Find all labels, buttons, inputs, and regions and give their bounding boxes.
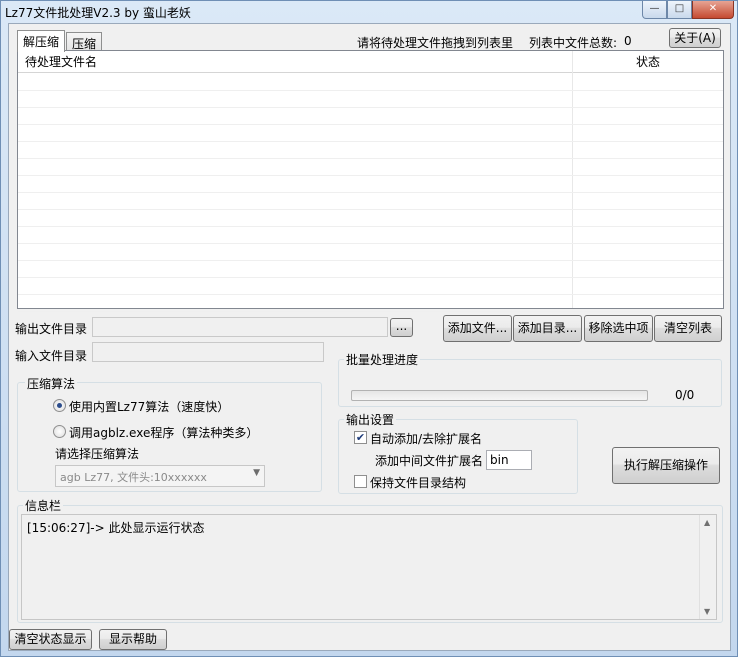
file-count-label: 列表中文件总数: — [529, 36, 618, 50]
list-row-line — [18, 107, 723, 108]
tab-compress[interactable]: 压缩 — [66, 32, 103, 52]
progress-group-title: 批量处理进度 — [344, 351, 421, 368]
file-count-value: 0 — [624, 34, 632, 48]
mid-ext-input[interactable]: bin — [486, 450, 532, 470]
list-row-line — [18, 124, 723, 125]
file-list[interactable]: 待处理文件名 状态 — [17, 50, 724, 312]
algo-select-label: 请选择压缩算法 — [55, 447, 140, 461]
scroll-down-icon[interactable]: ▼ — [704, 607, 710, 616]
list-row-line — [18, 209, 723, 210]
column-status[interactable]: 状态 — [636, 51, 660, 73]
algo-select[interactable]: agb Lz77, 文件头:10xxxxxx ▼ — [55, 465, 265, 487]
keep-dir-checkbox[interactable] — [354, 475, 367, 488]
browse-button[interactable]: ... — [390, 318, 413, 337]
list-row-line — [18, 277, 723, 278]
list-row-line — [18, 192, 723, 193]
tab-decompress[interactable]: 解压缩 — [17, 30, 66, 52]
clear-status-button[interactable]: 清空状态显示 — [9, 629, 92, 650]
output-settings-title: 输出设置 — [344, 411, 397, 428]
main-window: Lz77文件批处理V2.3 by 蛮山老妖 — □ ✕ 解压缩 压缩 请将待处理… — [0, 0, 738, 657]
clear-list-button[interactable]: 清空列表 — [654, 315, 722, 342]
radio-builtin-label[interactable]: 使用内置Lz77算法（速度快） — [69, 398, 229, 415]
compression-group-title: 压缩算法 — [25, 375, 78, 392]
scroll-up-icon[interactable]: ▲ — [704, 518, 710, 527]
minimize-icon[interactable]: — — [642, 1, 667, 19]
list-row-line — [18, 90, 723, 91]
chevron-down-icon[interactable]: ▼ — [253, 468, 260, 478]
input-dir-field[interactable] — [92, 342, 324, 362]
about-button[interactable]: 关于(A) — [669, 28, 721, 48]
radio-agblz-label[interactable]: 调用agblz.exe程序（算法种类多） — [69, 424, 258, 441]
close-icon[interactable]: ✕ — [692, 1, 734, 19]
info-group-title: 信息栏 — [23, 497, 64, 514]
radio-builtin-lz77[interactable] — [53, 399, 66, 412]
list-row-line — [18, 158, 723, 159]
output-dir-field[interactable] — [92, 317, 388, 337]
progress-text: 0/0 — [675, 388, 695, 402]
list-row-line — [18, 175, 723, 176]
auto-ext-checkbox[interactable]: ✔ — [354, 431, 367, 444]
mid-ext-label: 添加中间文件扩展名 — [375, 454, 484, 468]
drag-hint: 请将待处理文件拖拽到列表里 — [357, 36, 514, 50]
input-dir-label: 输入文件目录 — [15, 349, 88, 363]
remove-selected-button[interactable]: 移除选中项 — [584, 315, 653, 342]
progress-bar — [351, 390, 648, 401]
window-title: Lz77文件批处理V2.3 by 蛮山老妖 — [5, 6, 191, 20]
log-scrollbar[interactable]: ▲ ▼ — [699, 515, 716, 619]
status-log[interactable]: [15:06:27]-> 此处显示运行状态 ▲ ▼ — [21, 514, 717, 620]
title-bar[interactable]: Lz77文件批处理V2.3 by 蛮山老妖 — □ ✕ — [1, 1, 738, 23]
list-row-line — [18, 226, 723, 227]
maximize-icon[interactable]: □ — [667, 1, 692, 19]
list-row-line — [18, 141, 723, 142]
algo-select-value: agb Lz77, 文件头:10xxxxxx — [60, 471, 207, 484]
auto-ext-label[interactable]: 自动添加/去除扩展名 — [370, 430, 482, 447]
client-area: 解压缩 压缩 请将待处理文件拖拽到列表里 列表中文件总数: 0 关于(A) 待处… — [8, 23, 731, 651]
add-file-button[interactable]: 添加文件... — [443, 315, 512, 342]
list-row-line — [18, 260, 723, 261]
list-row-line — [18, 243, 723, 244]
execute-button[interactable]: 执行解压缩操作 — [612, 447, 720, 484]
show-help-button[interactable]: 显示帮助 — [99, 629, 167, 650]
column-filename[interactable]: 待处理文件名 — [25, 51, 97, 73]
list-row-line — [18, 311, 723, 312]
list-row-line — [18, 294, 723, 295]
radio-agblz[interactable] — [53, 425, 66, 438]
add-directory-button[interactable]: 添加目录... — [513, 315, 582, 342]
output-dir-label: 输出文件目录 — [15, 322, 88, 336]
list-header: 待处理文件名 状态 — [18, 51, 723, 73]
log-line: [15:06:27]-> 此处显示运行状态 — [27, 521, 205, 535]
keep-dir-label[interactable]: 保持文件目录结构 — [370, 474, 466, 491]
